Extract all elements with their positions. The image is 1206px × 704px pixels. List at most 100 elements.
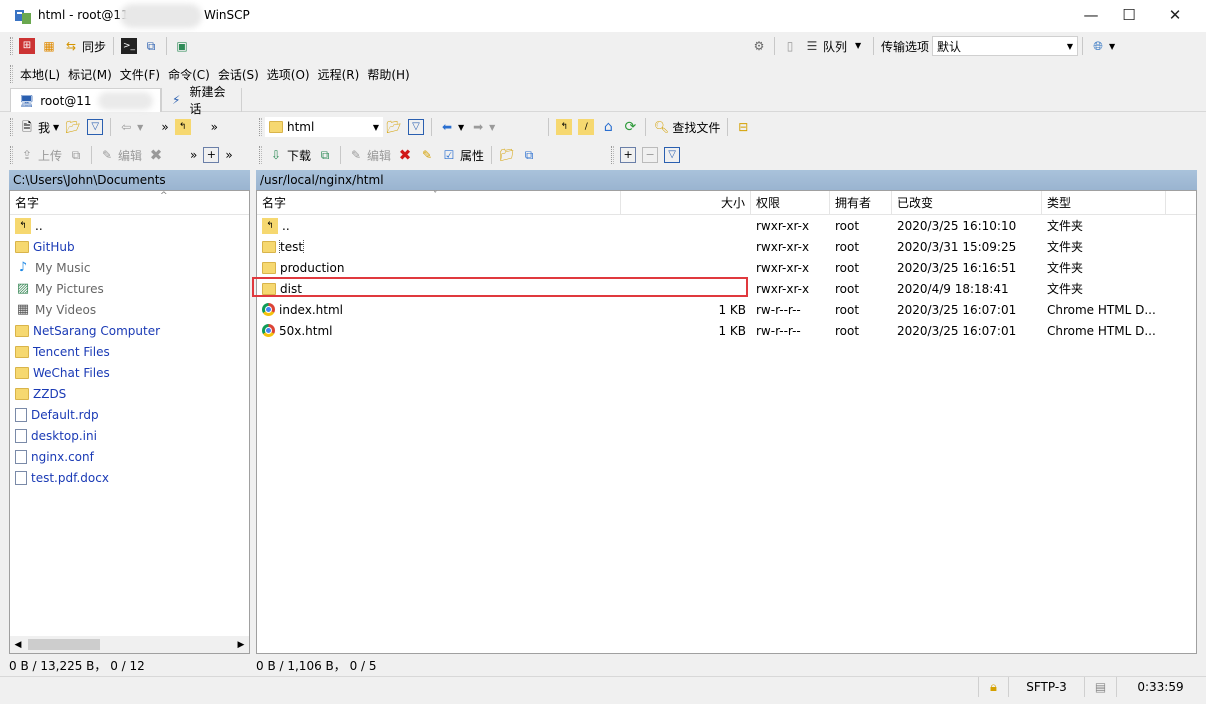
local-file-name: nginx.conf — [31, 449, 94, 464]
local-file-row[interactable]: ▨ My Pictures — [10, 278, 249, 299]
remote-forward-button[interactable]: ➡ ▼ — [467, 116, 498, 138]
preferences-button[interactable]: ⚙ — [748, 35, 770, 57]
menu-session[interactable]: 会话(S) — [214, 66, 263, 83]
local-file-row[interactable]: ▦ My Videos — [10, 299, 249, 320]
remote-file-row[interactable]: test rwxr-xr-x root 2020/3/31 15:09:25 文件夹 — [257, 236, 1196, 257]
local-more-button[interactable]: » — [158, 116, 171, 138]
local-back-button[interactable]: ⇦ ▼ — [115, 116, 146, 138]
menu-help[interactable]: 帮助(H) — [363, 66, 413, 83]
putty-button[interactable]: ⧉ — [140, 35, 162, 57]
transfer-queue-button[interactable]: ▣ — [171, 35, 193, 57]
local-file-name-cell: ♪ My Music — [10, 260, 95, 276]
local-file-row[interactable]: test.pdf.docx — [10, 467, 249, 488]
remote-rename-button[interactable]: ✎ — [416, 144, 438, 166]
remote-col-size[interactable]: 大小 — [621, 190, 751, 215]
sync-browse-button[interactable]: ▦ — [38, 35, 60, 57]
menu-local[interactable]: 本地(L) — [16, 66, 64, 83]
local-more-button-4[interactable]: » — [222, 144, 235, 166]
close-button[interactable]: ✕ — [1152, 0, 1198, 30]
menu-options[interactable]: 选项(O) — [263, 66, 314, 83]
local-horizontal-scrollbar[interactable]: ◀ ▶ — [10, 636, 249, 653]
remote-cell-perms: rw-r--r-- — [756, 323, 801, 338]
local-path-bar[interactable]: C:\Users\John\Documents — [9, 170, 250, 190]
remote-delete-button[interactable]: ✖ — [394, 144, 416, 166]
maximize-button[interactable]: ☐ — [1106, 0, 1152, 30]
invert-selection-button[interactable]: ▽ — [661, 144, 683, 166]
remote-file-row[interactable]: dist rwxr-xr-x root 2020/4/9 18:18:41 文件夹 — [257, 278, 1196, 299]
remote-file-row[interactable]: 50x.html 1 KB rw-r--r-- root 2020/3/25 16:07… — [257, 320, 1196, 341]
remote-col-type[interactable]: 类型 — [1042, 190, 1166, 215]
properties-button[interactable]: ☑ 属性 — [438, 144, 487, 166]
server-icon[interactable]: ▤ — [1084, 677, 1116, 697]
local-col-name[interactable]: 名字 — [10, 191, 249, 215]
remote-action-toolbar: ⇩ 下载 ⧉ ✎ 编辑 ✖ ✎ ☑ 属性 📁︎ ⧉ + − ▽ — [256, 142, 1206, 168]
menu-remote[interactable]: 远程(R) — [314, 66, 364, 83]
scrollbar-thumb[interactable] — [28, 639, 100, 650]
remote-parent-dir-button[interactable]: ↰ — [553, 116, 575, 138]
menu-mark[interactable]: 标记(M) — [64, 66, 116, 83]
download-button[interactable]: ⇩ 下载 — [265, 144, 314, 166]
local-delete-button[interactable]: ✖ — [145, 144, 167, 166]
local-file-row[interactable]: NetSarang Computer — [10, 320, 249, 341]
remote-file-row[interactable]: index.html 1 KB rw-r--r-- root 2020/3/25 16:… — [257, 299, 1196, 320]
local-file-row[interactable]: Tencent Files — [10, 341, 249, 362]
remote-dir-select[interactable]: html ▼ — [265, 117, 383, 137]
unselect-button[interactable]: − — [639, 144, 661, 166]
sync-button[interactable]: ⇆ 同步 — [60, 35, 109, 57]
remote-home-button[interactable]: ⌂ — [597, 116, 619, 138]
new-folder-button[interactable]: 📁︎ — [496, 144, 518, 166]
remote-edit-button[interactable]: ✎ 编辑 — [345, 144, 394, 166]
remote-col-name[interactable]: 名字 — [257, 190, 621, 215]
local-file-row[interactable]: WeChat Files — [10, 362, 249, 383]
remote-refresh-button[interactable]: ⟳ — [619, 116, 641, 138]
local-file-row[interactable]: desktop.ini — [10, 425, 249, 446]
docx-file-icon — [15, 470, 27, 485]
local-file-row[interactable]: ZZDS — [10, 383, 249, 404]
local-open-dir-button[interactable]: 📂︎ — [62, 116, 84, 138]
remote-file-row[interactable]: production rwxr-xr-x root 2020/3/25 16:16:5… — [257, 257, 1196, 278]
tab-session[interactable]: 🖥︎ root@11 — [10, 88, 162, 112]
remote-col-changed[interactable]: 已改变 — [892, 190, 1042, 215]
queue-button[interactable]: ☰ 队列 ▼ — [801, 35, 869, 57]
globe-button[interactable]: 🌐︎ ▼ — [1087, 35, 1118, 57]
remote-filter-button[interactable]: ▽ — [405, 116, 427, 138]
compare-dirs-button[interactable]: ⊞ — [16, 35, 38, 57]
upload-queue-button[interactable]: ⧉ — [65, 144, 87, 166]
remote-back-button[interactable]: ⬅ ▼ — [436, 116, 467, 138]
local-file-row[interactable]: Default.rdp — [10, 404, 249, 425]
transfer-preset-select[interactable]: 默认 ▼ — [932, 36, 1079, 56]
local-more-button-3[interactable]: » — [187, 144, 200, 166]
copy-path-button[interactable]: ⧉ — [518, 144, 540, 166]
local-new-button[interactable]: + — [200, 144, 222, 166]
remote-path-bar[interactable]: /usr/local/nginx/html — [256, 170, 1197, 190]
upload-button[interactable]: ⇪ 上传 — [16, 144, 65, 166]
remote-col-perms[interactable]: 权限 — [751, 190, 830, 215]
local-file-row[interactable]: nginx.conf — [10, 446, 249, 467]
find-files-button[interactable]: 🔍︎ 查找文件 — [650, 116, 723, 138]
remote-root-dir-button[interactable]: / — [575, 116, 597, 138]
remote-open-dir-button[interactable]: 📂︎ — [383, 116, 405, 138]
download-queue-button[interactable]: ⧉ — [314, 144, 336, 166]
local-file-row[interactable]: ♪ My Music — [10, 257, 249, 278]
remote-file-row[interactable]: ↰.. rwxr-xr-x root 2020/3/25 16:10:10 文件夹 — [257, 215, 1196, 236]
local-parent-dir-button[interactable]: ↰ — [172, 116, 194, 138]
local-file-row[interactable]: GitHub — [10, 236, 249, 257]
menu-file[interactable]: 文件(F) — [116, 66, 164, 83]
remote-tree-button[interactable]: ⊟ — [732, 116, 754, 138]
local-edit-button[interactable]: ✎ 编辑 — [96, 144, 145, 166]
menu-command[interactable]: 命令(C) — [164, 66, 214, 83]
local-more-button-2[interactable]: » — [208, 116, 221, 138]
remote-cell-changed: 2020/4/9 18:18:41 — [897, 281, 1009, 296]
tab-new-session[interactable]: ⚡︎ 新建会话 — [160, 85, 242, 116]
scroll-right-icon[interactable]: ▶ — [233, 640, 249, 650]
local-drive-select[interactable]: 🗎︎ 我 ▼ — [16, 116, 62, 138]
lock-icon[interactable]: 🔒︎ — [978, 677, 1008, 697]
title-bar[interactable]: html - root@11 WinSCP — ☐ ✕ — [0, 0, 1206, 32]
scroll-left-icon[interactable]: ◀ — [10, 640, 26, 650]
console-button[interactable]: >_ — [118, 35, 140, 57]
queue-pause-button[interactable]: ▯ — [779, 35, 801, 57]
local-file-row[interactable]: ↰.. — [10, 215, 249, 236]
local-filter-button[interactable]: ▽ — [84, 116, 106, 138]
select-all-button[interactable]: + — [617, 144, 639, 166]
remote-col-owner[interactable]: 拥有者 — [830, 190, 892, 215]
